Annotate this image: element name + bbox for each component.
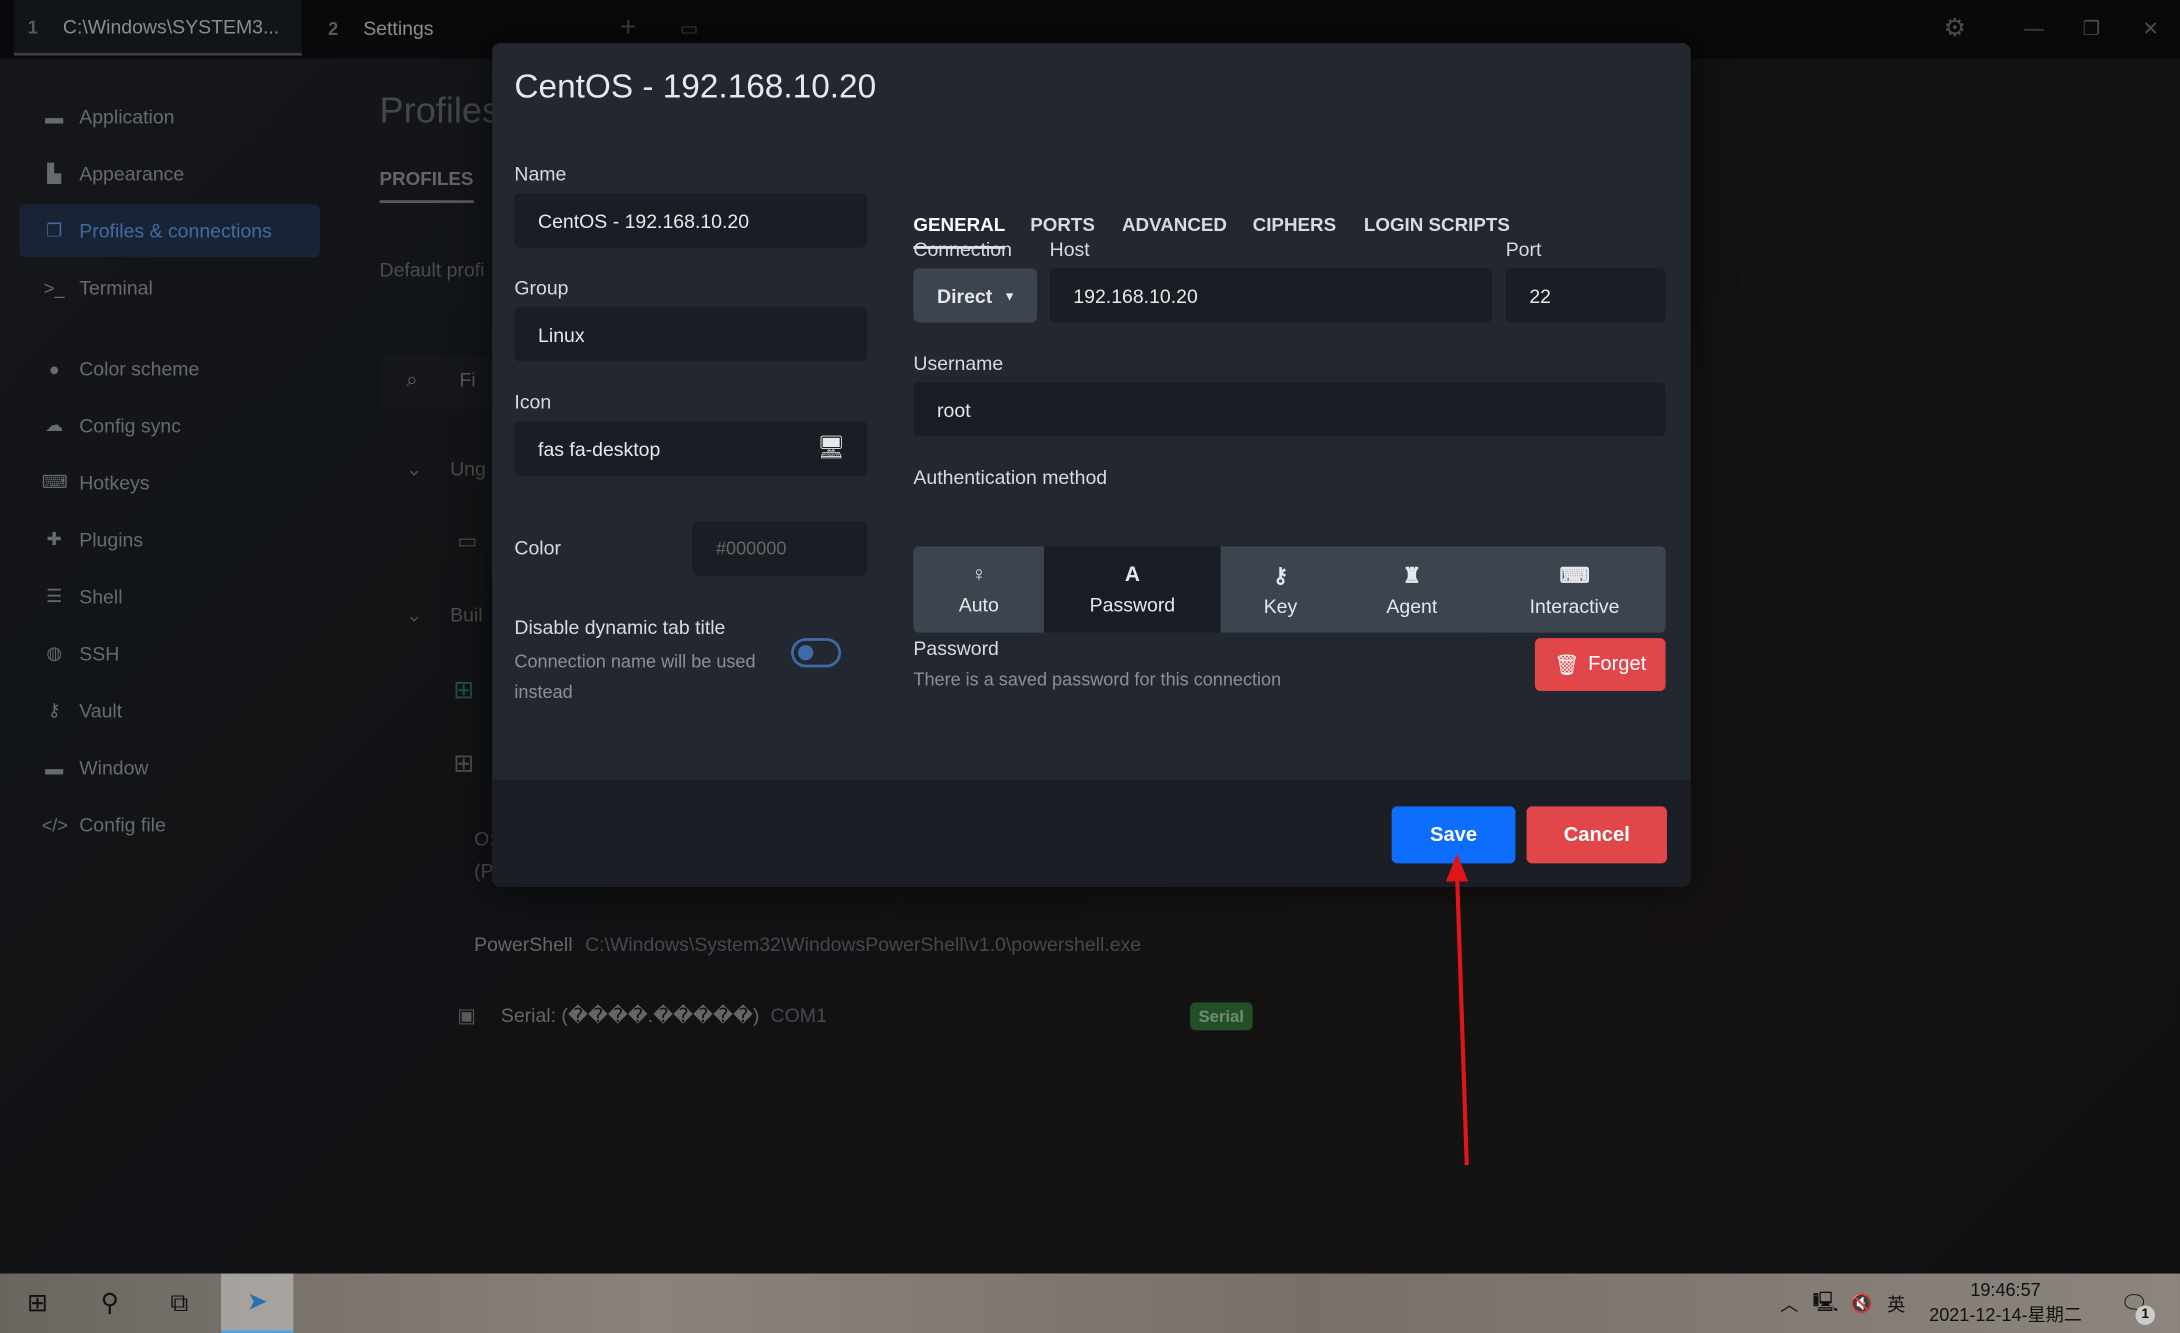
taskbar: ⊞ ⚲ ⧉ ➤ ︿ 🖳 🔇 英 19:46:57 2021-12-14-星期二 🗨… bbox=[0, 1273, 2180, 1333]
search-icon[interactable]: ⚲ bbox=[86, 1274, 133, 1333]
auth-key[interactable]: ⚷ Key bbox=[1220, 546, 1341, 633]
auth-password[interactable]: A Password bbox=[1044, 546, 1221, 633]
color-input[interactable]: #000000 bbox=[692, 521, 868, 576]
group-input[interactable]: Linux bbox=[514, 307, 868, 362]
dynamic-title-desc: Connection name will be used instead bbox=[514, 650, 756, 703]
host-label: Host bbox=[1049, 237, 1090, 260]
password-label: Password bbox=[913, 636, 999, 660]
caret-down-icon: ▼ bbox=[1003, 288, 1016, 303]
group-label: Group bbox=[514, 276, 569, 299]
notification-icon[interactable]: 🗨 1 bbox=[2113, 1274, 2155, 1333]
tabby-app-icon[interactable]: ➤ bbox=[221, 1273, 294, 1333]
annotation-arrow bbox=[1445, 853, 1469, 1166]
key-icon: ⚷ bbox=[1272, 563, 1289, 588]
username-label: Username bbox=[913, 351, 1004, 374]
dynamic-title-label: Disable dynamic tab title bbox=[514, 615, 726, 639]
cancel-button[interactable]: Cancel bbox=[1526, 806, 1667, 864]
dialog-title: CentOS - 192.168.10.20 bbox=[514, 68, 877, 106]
auth-auto[interactable]: ♀ Auto bbox=[913, 546, 1045, 633]
name-label: Name bbox=[514, 162, 567, 185]
auth-agent[interactable]: ♜ Agent bbox=[1340, 546, 1484, 633]
clock-date: 2021-12-14-星期二 bbox=[1929, 1304, 2082, 1325]
forget-button[interactable]: 🗑 Forget bbox=[1534, 638, 1666, 691]
profile-edit-dialog: CentOS - 192.168.10.20 Name CentOS - 192… bbox=[492, 43, 1691, 888]
user-secret-icon: ♜ bbox=[1402, 563, 1422, 588]
clock-time: 19:46:57 bbox=[1970, 1279, 2041, 1300]
name-input[interactable]: CentOS - 192.168.10.20 bbox=[514, 193, 868, 248]
auth-method-label: Authentication method bbox=[913, 465, 1108, 488]
dynamic-title-toggle[interactable] bbox=[791, 638, 842, 668]
keyboard-icon: ⌨ bbox=[1559, 563, 1590, 588]
tab-advanced[interactable]: ADVANCED bbox=[1122, 214, 1227, 235]
tab-login-scripts[interactable]: LOGIN SCRIPTS bbox=[1364, 214, 1510, 235]
app-window: 1 C:\Windows\SYSTEM3... 2 Settings + ▭ ⚙ —… bbox=[0, 0, 2180, 1333]
trash-icon: 🗑 bbox=[1554, 654, 1580, 677]
auth-interactive[interactable]: ⌨ Interactive bbox=[1483, 546, 1666, 633]
connection-label: Connection bbox=[913, 237, 1012, 260]
port-label: Port bbox=[1505, 237, 1542, 260]
host-input[interactable]: 192.168.10.20 bbox=[1049, 268, 1492, 323]
connection-dropdown[interactable]: Direct ▼ bbox=[913, 268, 1038, 323]
tab-ports[interactable]: PORTS bbox=[1030, 214, 1095, 235]
desktop-icon: 🖥 bbox=[817, 436, 846, 461]
notification-count: 1 bbox=[2135, 1305, 2155, 1325]
auth-label: Password bbox=[1089, 593, 1176, 616]
start-icon[interactable]: ⊞ bbox=[14, 1274, 61, 1333]
tab-ciphers[interactable]: CIPHERS bbox=[1253, 214, 1336, 235]
font-icon: A bbox=[1124, 563, 1140, 587]
dialog-footer: Save Cancel bbox=[492, 779, 1691, 888]
icon-label: Icon bbox=[514, 390, 552, 413]
auth-label: Auto bbox=[958, 593, 999, 616]
password-desc: There is a saved password for this conne… bbox=[913, 668, 1282, 690]
auth-label: Interactive bbox=[1529, 594, 1620, 617]
username-input[interactable]: root bbox=[913, 382, 1666, 437]
forget-label: Forget bbox=[1588, 653, 1647, 676]
icon-input[interactable]: fas fa-desktop 🖥 bbox=[514, 421, 868, 476]
chevron-up-icon[interactable]: ︿ bbox=[1775, 1274, 1803, 1333]
ime-indicator[interactable]: 英 bbox=[1882, 1274, 1910, 1333]
mute-icon[interactable]: 🔇 bbox=[1846, 1274, 1877, 1333]
auth-label: Key bbox=[1263, 594, 1298, 617]
task-view-icon[interactable]: ⧉ bbox=[156, 1274, 203, 1333]
icon-input-value: fas fa-desktop bbox=[538, 437, 661, 460]
color-label: Color bbox=[514, 536, 561, 559]
port-input[interactable]: 22 bbox=[1505, 268, 1666, 323]
lightbulb-icon: ♀ bbox=[970, 563, 987, 587]
clock[interactable]: 19:46:57 2021-12-14-星期二 bbox=[1919, 1278, 2093, 1328]
auth-label: Agent bbox=[1386, 594, 1438, 617]
connection-value: Direct bbox=[937, 284, 993, 307]
network-icon[interactable]: 🖳 bbox=[1810, 1274, 1841, 1333]
toggle-knob bbox=[798, 645, 814, 661]
